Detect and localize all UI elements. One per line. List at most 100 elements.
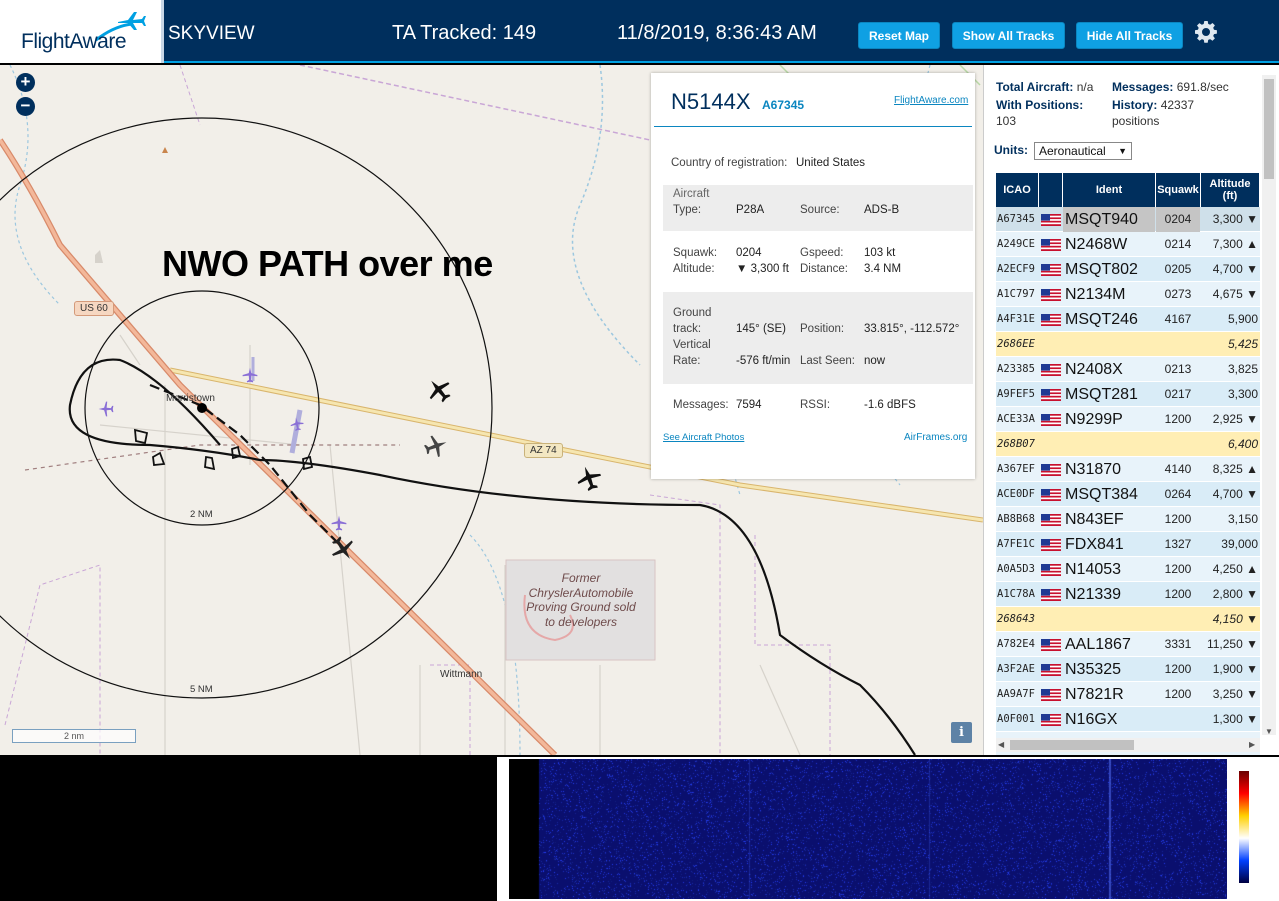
table-row[interactable]: AB8B68 N843EF 1200 3,150 xyxy=(996,507,1260,532)
units-selected-value: Aeronautical xyxy=(1039,144,1106,158)
us-flag-icon xyxy=(1041,514,1061,526)
table-row[interactable]: A2ECF9 MSQT802 0205 4,700 ▼ xyxy=(996,257,1260,282)
row-squawk: 1327 xyxy=(1164,537,1192,551)
row-squawk: 0273 xyxy=(1164,287,1192,301)
us-flag-icon xyxy=(1041,664,1061,676)
table-row[interactable]: A7FE1C FDX841 1327 39,000 xyxy=(996,532,1260,557)
column-header-icao[interactable]: ICAO xyxy=(996,173,1039,207)
column-header-ident[interactable]: Ident xyxy=(1063,173,1156,207)
aircraft-info-popup: N5144X A67345 FlightAware.com Country of… xyxy=(651,73,975,479)
table-row[interactable]: A367EF N31870 4140 8,325 ▲ xyxy=(996,457,1260,482)
flightaware-link[interactable]: FlightAware.com xyxy=(894,95,968,106)
row-icao: A1C78A xyxy=(997,588,1035,600)
source-label: Source: xyxy=(800,204,840,216)
table-row[interactable]: A782E4 AAL1867 3331 11,250 ▼ xyxy=(996,632,1260,657)
positions-label: With Positions: xyxy=(996,98,1084,112)
altitude-value: ▼ 3,300 ft xyxy=(736,263,789,275)
color-scale-bar xyxy=(1239,771,1249,883)
total-aircraft-label: Total Aircraft: xyxy=(996,80,1074,94)
row-squawk: 1200 xyxy=(1164,587,1192,601)
us60-shield: US 60 xyxy=(74,301,114,316)
reset-map-button[interactable]: Reset Map xyxy=(858,22,940,49)
altitude-label: Altitude: xyxy=(673,263,715,275)
settings-gear-icon[interactable] xyxy=(1194,20,1218,44)
horizontal-scrollbar[interactable]: ◀ ▶ xyxy=(996,738,1260,752)
table-row[interactable]: 2686EE 5,425 xyxy=(996,332,1260,357)
table-row[interactable]: ACE0DF MSQT384 0264 4,700 ▼ xyxy=(996,482,1260,507)
row-flag-cell xyxy=(1039,207,1063,232)
table-row[interactable]: A9FEF5 MSQT281 0217 3,300 xyxy=(996,382,1260,407)
vertical-scrollbar-thumb[interactable] xyxy=(1264,79,1274,179)
selected-aircraft-icon[interactable] xyxy=(330,536,356,562)
aircraft-marker-icon[interactable] xyxy=(576,465,602,491)
messages-value: 7594 xyxy=(736,399,762,411)
zoom-out-button[interactable]: − xyxy=(16,97,35,116)
hide-all-tracks-button[interactable]: Hide All Tracks xyxy=(1076,22,1183,49)
scroll-left-icon[interactable]: ◀ xyxy=(998,740,1004,749)
row-flag-cell xyxy=(1039,607,1063,632)
table-row[interactable]: A1C797 N2134M 0273 4,675 ▼ xyxy=(996,282,1260,307)
airport-marker-icon xyxy=(98,401,114,417)
aircraft-marker-icon[interactable] xyxy=(426,377,452,403)
skyview-app: FlightAware SKYVIEW TA Tracked: 149 11/8… xyxy=(0,0,1279,901)
row-squawk: 3331 xyxy=(1164,637,1192,651)
us-flag-icon xyxy=(1041,239,1061,251)
table-row[interactable]: 268643 4,150 ▼ xyxy=(996,607,1260,632)
table-row[interactable]: ACE33A N9299P 1200 2,925 ▼ xyxy=(996,407,1260,432)
row-altitude: 4,250 ▲ xyxy=(1212,562,1258,576)
popup-section-position xyxy=(663,292,973,384)
row-icao: A782E4 xyxy=(997,638,1035,650)
row-ident: AAL1867 xyxy=(1065,636,1131,653)
row-flag-cell xyxy=(1039,307,1063,332)
gspeed-label: Gspeed: xyxy=(800,247,844,259)
map-view[interactable]: + − NWO PATH over me US 60 AZ 74 Morrist… xyxy=(0,65,983,755)
map-info-button[interactable]: i xyxy=(951,722,972,743)
row-squawk: 1200 xyxy=(1164,562,1192,576)
row-icao: A23385 xyxy=(997,363,1035,375)
column-header-squawk[interactable]: Squawk xyxy=(1156,173,1201,207)
row-squawk xyxy=(1156,332,1200,357)
table-row[interactable]: A249CE N2468W 0214 7,300 ▲ xyxy=(996,232,1260,257)
row-squawk: 1200 xyxy=(1164,412,1192,426)
table-row[interactable]: A1C78A N21339 1200 2,800 ▼ xyxy=(996,582,1260,607)
table-row[interactable]: A4F31E MSQT246 4167 5,900 xyxy=(996,307,1260,332)
row-flag-cell xyxy=(1039,707,1063,732)
column-header-altitude[interactable]: Altitude (ft) xyxy=(1201,173,1260,207)
row-squawk: 4140 xyxy=(1164,462,1192,476)
table-row[interactable]: A23385 N2408X 0213 3,825 xyxy=(996,357,1260,382)
row-squawk xyxy=(1156,607,1200,632)
row-icao: A1C797 xyxy=(997,288,1035,300)
row-altitude: 8,325 ▲ xyxy=(1212,462,1258,476)
zoom-in-button[interactable]: + xyxy=(16,73,35,92)
row-flag-cell xyxy=(1039,357,1063,382)
aircraft-photos-link[interactable]: See Aircraft Photos xyxy=(663,432,744,443)
logo-text: FlightAware xyxy=(21,30,127,53)
table-row[interactable]: A0A5D3 N14053 1200 4,250 ▲ xyxy=(996,557,1260,582)
proving-ground-label: Former ChryslerAutomobile Proving Ground… xyxy=(526,571,636,629)
squawk-label: Squawk: xyxy=(673,247,718,259)
table-row[interactable]: 268B07 6,400 xyxy=(996,432,1260,457)
row-flag-cell xyxy=(1039,532,1063,557)
airport-marker-icon xyxy=(331,515,347,531)
table-row[interactable]: A3F2AE N35325 1200 1,900 ▼ xyxy=(996,657,1260,682)
positions-value: 103 xyxy=(996,114,1017,128)
scroll-right-icon[interactable]: ▶ xyxy=(1249,740,1255,749)
row-ident xyxy=(1063,607,1155,632)
aircraft-marker-icon[interactable] xyxy=(424,434,448,458)
logo-plane-icon xyxy=(118,12,146,30)
vertical-scrollbar[interactable]: ▼ xyxy=(1262,75,1276,736)
messages-label: Messages: xyxy=(673,399,729,411)
units-select[interactable]: Aeronautical ▼ xyxy=(1034,142,1132,160)
table-row[interactable]: AA9A7F N7821R 1200 3,250 ▼ xyxy=(996,682,1260,707)
country-value: United States xyxy=(796,157,866,169)
show-all-tracks-button[interactable]: Show All Tracks xyxy=(952,22,1065,49)
flightaware-logo[interactable]: FlightAware xyxy=(0,0,164,63)
row-icao: 2686EE xyxy=(997,338,1035,350)
scroll-down-icon[interactable]: ▼ xyxy=(1265,727,1273,736)
horizontal-scrollbar-thumb[interactable] xyxy=(1010,740,1134,750)
airframes-link[interactable]: AirFrames.org xyxy=(904,432,967,443)
row-flag-cell xyxy=(1039,632,1063,657)
table-row[interactable]: A0F001 N16GX 1,300 ▼ xyxy=(996,707,1260,732)
row-altitude: 3,150 xyxy=(1227,512,1258,526)
table-row[interactable]: A67345 MSQT940 0204 3,300 ▼ xyxy=(996,207,1260,232)
